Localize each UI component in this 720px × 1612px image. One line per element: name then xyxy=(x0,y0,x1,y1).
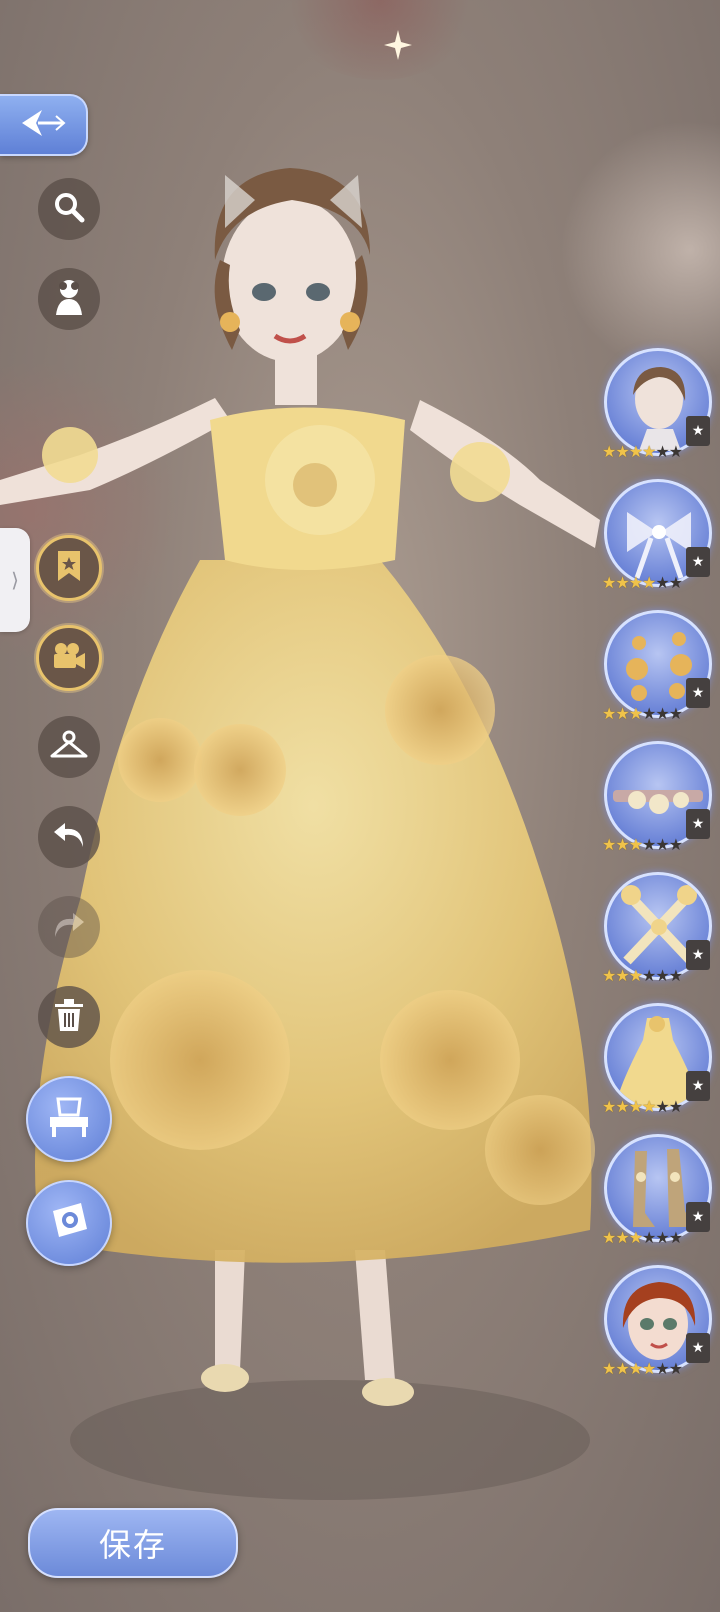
star-filled-icon: ★ xyxy=(615,573,629,592)
star-filled-icon: ★ xyxy=(628,1228,643,1247)
star-filled-icon: ★ xyxy=(602,442,616,461)
dresser-button[interactable] xyxy=(26,1076,112,1162)
star-filled-icon: ★ xyxy=(628,704,643,723)
undo-icon xyxy=(51,819,87,855)
item-slot-arm-accessories[interactable]: ★ ★★★★★★ xyxy=(596,870,720,1001)
star-filled-icon: ★ xyxy=(615,1228,629,1247)
video-camera-icon xyxy=(51,641,87,675)
star-filled-icon: ★ xyxy=(628,966,643,985)
item-slot-dress[interactable]: ★ ★★★★★★ xyxy=(596,1001,720,1132)
star-empty-icon: ★ xyxy=(655,573,669,592)
star-filled-icon: ★ xyxy=(642,1097,656,1116)
star-tag-icon[interactable]: ★ xyxy=(686,678,710,708)
item-slot-shoes[interactable]: ★ ★★★★★★ xyxy=(596,1132,720,1263)
star-filled-icon: ★ xyxy=(642,573,656,592)
equipped-items-list: ★ ★★★★★★ ★ ★★★★★★ ★ ★★★★★★ ★ ★★★★★★ ★ ★★★★★★ ★ ★★★★… xyxy=(596,346,720,1394)
chevron-right-icon: ⟩ xyxy=(11,568,19,592)
star-filled-icon: ★ xyxy=(615,704,629,723)
video-button[interactable] xyxy=(36,625,102,691)
star-empty-icon: ★ xyxy=(655,704,669,723)
rarity-stars: ★★★★★★ xyxy=(602,966,683,985)
item-slot-earrings[interactable]: ★ ★★★★★★ xyxy=(596,608,720,739)
star-empty-icon: ★ xyxy=(668,442,683,461)
rarity-stars: ★★★★★★ xyxy=(602,1097,683,1116)
star-empty-icon: ★ xyxy=(655,835,669,854)
star-filled-icon: ★ xyxy=(602,1359,616,1378)
save-button[interactable]: 保存 xyxy=(28,1508,238,1578)
star-filled-icon: ★ xyxy=(628,1097,643,1116)
star-filled-icon: ★ xyxy=(628,442,643,461)
star-empty-icon: ★ xyxy=(668,573,683,592)
star-filled-icon: ★ xyxy=(602,966,616,985)
star-filled-icon: ★ xyxy=(615,1097,629,1116)
camera-icon xyxy=(47,1201,91,1245)
star-empty-icon: ★ xyxy=(668,1359,683,1378)
star-tag-icon[interactable]: ★ xyxy=(686,547,710,577)
bookmark-star-icon xyxy=(55,549,83,587)
rarity-stars: ★★★★★★ xyxy=(602,442,683,461)
rarity-stars: ★★★★★★ xyxy=(602,704,683,723)
star-filled-icon: ★ xyxy=(642,1359,656,1378)
redo-button[interactable] xyxy=(38,896,100,958)
trash-icon xyxy=(53,998,85,1036)
hanger-icon xyxy=(49,730,89,764)
star-empty-icon: ★ xyxy=(668,835,683,854)
back-arrow-icon xyxy=(16,106,70,144)
favorite-button[interactable] xyxy=(36,535,102,601)
star-empty-icon: ★ xyxy=(655,442,669,461)
mannequin-bust-icon xyxy=(50,277,88,321)
star-filled-icon: ★ xyxy=(615,442,629,461)
star-tag-icon[interactable]: ★ xyxy=(686,416,710,446)
item-slot-choker[interactable]: ★ ★★★★★★ xyxy=(596,739,720,870)
star-empty-icon: ★ xyxy=(655,1359,669,1378)
wardrobe-button[interactable] xyxy=(38,716,100,778)
vanity-dresser-icon xyxy=(46,1095,92,1143)
star-filled-icon: ★ xyxy=(615,966,629,985)
star-filled-icon: ★ xyxy=(602,1097,616,1116)
side-panel-toggle[interactable]: ⟩ xyxy=(0,528,30,632)
back-button[interactable] xyxy=(0,94,88,156)
redo-icon xyxy=(51,909,87,945)
item-slot-face[interactable]: ★ ★★★★★★ xyxy=(596,1263,720,1394)
star-empty-icon: ★ xyxy=(642,704,656,723)
delete-button[interactable] xyxy=(38,986,100,1048)
star-tag-icon[interactable]: ★ xyxy=(686,940,710,970)
rarity-stars: ★★★★★★ xyxy=(602,835,683,854)
star-tag-icon[interactable]: ★ xyxy=(686,809,710,839)
star-tag-icon[interactable]: ★ xyxy=(686,1202,710,1232)
save-label: 保存 xyxy=(98,1526,167,1564)
star-filled-icon: ★ xyxy=(602,573,616,592)
star-empty-icon: ★ xyxy=(655,1097,669,1116)
star-filled-icon: ★ xyxy=(642,442,656,461)
photo-button[interactable] xyxy=(26,1180,112,1266)
star-empty-icon: ★ xyxy=(668,966,683,985)
star-filled-icon: ★ xyxy=(602,1228,616,1247)
star-empty-icon: ★ xyxy=(642,966,656,985)
rarity-stars: ★★★★★★ xyxy=(602,573,683,592)
star-filled-icon: ★ xyxy=(602,835,616,854)
undo-button[interactable] xyxy=(38,806,100,868)
star-tag-icon[interactable]: ★ xyxy=(686,1333,710,1363)
bust-button[interactable] xyxy=(38,268,100,330)
rarity-stars: ★★★★★★ xyxy=(602,1359,683,1378)
star-filled-icon: ★ xyxy=(628,835,643,854)
item-slot-hair[interactable]: ★ ★★★★★★ xyxy=(596,346,720,477)
star-tag-icon[interactable]: ★ xyxy=(686,1071,710,1101)
star-filled-icon: ★ xyxy=(615,835,629,854)
rarity-stars: ★★★★★★ xyxy=(602,1228,683,1247)
star-filled-icon: ★ xyxy=(602,704,616,723)
search-button[interactable] xyxy=(38,178,100,240)
item-slot-headwear-bow[interactable]: ★ ★★★★★★ xyxy=(596,477,720,608)
star-empty-icon: ★ xyxy=(668,1097,683,1116)
star-empty-icon: ★ xyxy=(642,835,656,854)
star-filled-icon: ★ xyxy=(615,1359,629,1378)
star-filled-icon: ★ xyxy=(628,573,643,592)
star-empty-icon: ★ xyxy=(655,966,669,985)
star-filled-icon: ★ xyxy=(628,1359,643,1378)
search-icon xyxy=(52,190,86,228)
star-empty-icon: ★ xyxy=(642,1228,656,1247)
star-empty-icon: ★ xyxy=(655,1228,669,1247)
star-empty-icon: ★ xyxy=(668,704,683,723)
star-empty-icon: ★ xyxy=(668,1228,683,1247)
